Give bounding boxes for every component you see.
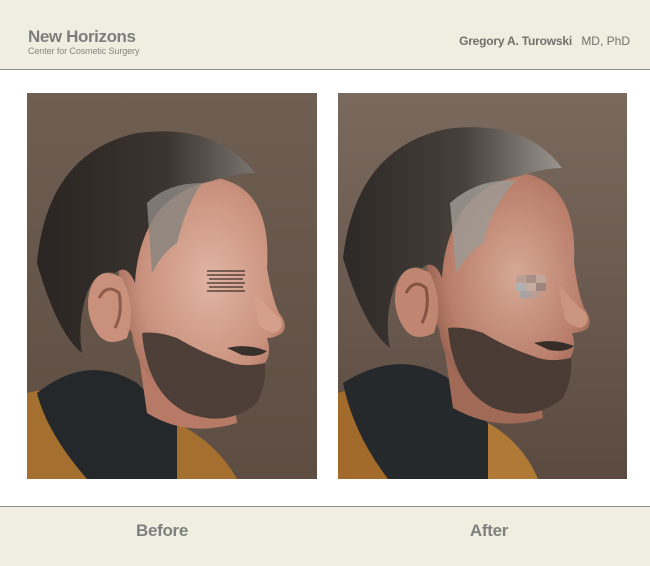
- before-label: Before: [135, 521, 189, 540]
- before-photo: [27, 93, 317, 479]
- doctor-credit: Gregory A. Turowski MD, PhD: [459, 34, 630, 48]
- footer-band: Before After: [0, 506, 650, 566]
- after-photo: [338, 93, 627, 479]
- brand-logo: New Horizons Center for Cosmetic Surgery: [28, 28, 139, 57]
- brand-subtitle: Center for Cosmetic Surgery: [28, 46, 140, 56]
- after-label: After: [469, 521, 509, 540]
- header-band: New Horizons Center for Cosmetic Surgery…: [0, 0, 650, 70]
- doctor-credentials: MD, PhD: [581, 34, 630, 48]
- doctor-name: Gregory A. Turowski: [459, 34, 572, 48]
- brand-name: New Horizons: [28, 27, 136, 46]
